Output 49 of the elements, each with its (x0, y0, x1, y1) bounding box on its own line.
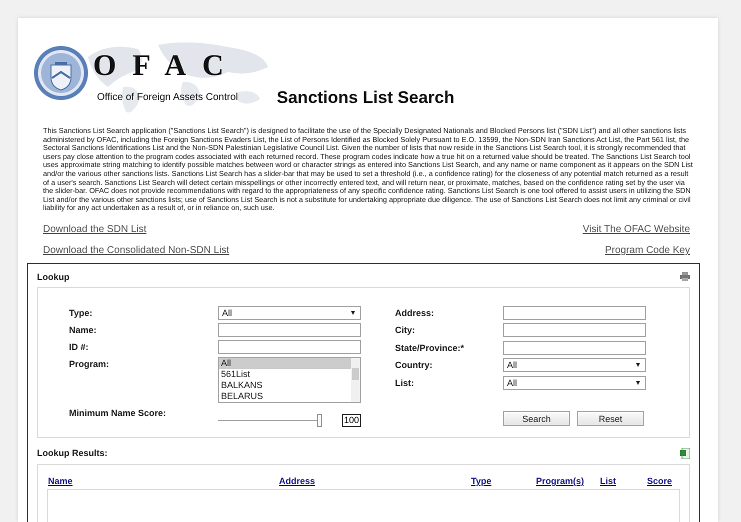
column-header-link[interactable]: Program(s) (536, 476, 600, 486)
list-option[interactable]: 561List (219, 368, 351, 380)
input-field[interactable] (503, 340, 646, 355)
field-label: State/Province:* (395, 342, 466, 355)
list-option[interactable]: All (219, 358, 351, 369)
slider-thumb[interactable] (316, 414, 322, 427)
type-dropdown[interactable]: All (218, 306, 361, 320)
list-option[interactable]: BALKANS (219, 380, 351, 391)
logo-subtitle: Office of Foreign Assets Control (97, 92, 239, 103)
dropdown-arrow-icon (636, 380, 640, 385)
input-field[interactable] (503, 323, 646, 338)
field-label: Name: (69, 324, 98, 337)
input-field[interactable] (503, 306, 646, 320)
field-label: Type: (69, 306, 94, 320)
input-field[interactable] (218, 340, 361, 354)
download-link[interactable]: Download the SDN List (43, 222, 230, 236)
form-button[interactable]: Reset (577, 411, 644, 426)
section-title: Lookup (37, 272, 70, 282)
download-link[interactable]: Download the Consolidated Non-SDN List (43, 244, 230, 257)
column-header-link[interactable]: Score (647, 476, 680, 486)
list-option[interactable]: BELARUS (219, 390, 351, 402)
section-title: Lookup Results: (37, 448, 108, 458)
field-label: Program: (69, 358, 110, 371)
column-header-link[interactable]: Address (279, 476, 471, 486)
field-label: Country: (395, 359, 434, 372)
score-value: 100 (342, 414, 361, 427)
column-header-link[interactable]: List (600, 476, 647, 486)
field-label: Address: (395, 306, 436, 320)
print-icon[interactable] (680, 272, 690, 282)
spreadsheet-icon[interactable] (680, 448, 690, 459)
page-link[interactable]: Visit The OFAC Website (582, 222, 690, 236)
dropdown-arrow-icon (636, 363, 640, 368)
form-button[interactable]: Search (503, 411, 570, 426)
field-label: City: (395, 324, 416, 338)
page-title: Sanctions List Search (276, 88, 454, 108)
page-link[interactable]: Program Code Key (604, 244, 690, 257)
field-label: List: (395, 376, 415, 390)
column-header-link[interactable]: Name (48, 476, 279, 486)
logo-text: OFAC (93, 51, 240, 81)
seal-logo (33, 45, 89, 101)
field-label: Minimum Name Score: (69, 406, 168, 420)
dropdown[interactable]: All (503, 376, 646, 390)
input-field[interactable] (218, 322, 361, 337)
column-header-link[interactable]: Type (471, 476, 536, 486)
dropdown[interactable]: All (503, 358, 646, 372)
dropdown-arrow-icon (351, 310, 355, 315)
program-listbox[interactable]: All 561List BALKANS BELARUS (218, 356, 361, 403)
scrollbar[interactable] (351, 358, 360, 402)
field-label: ID #: (69, 340, 90, 354)
